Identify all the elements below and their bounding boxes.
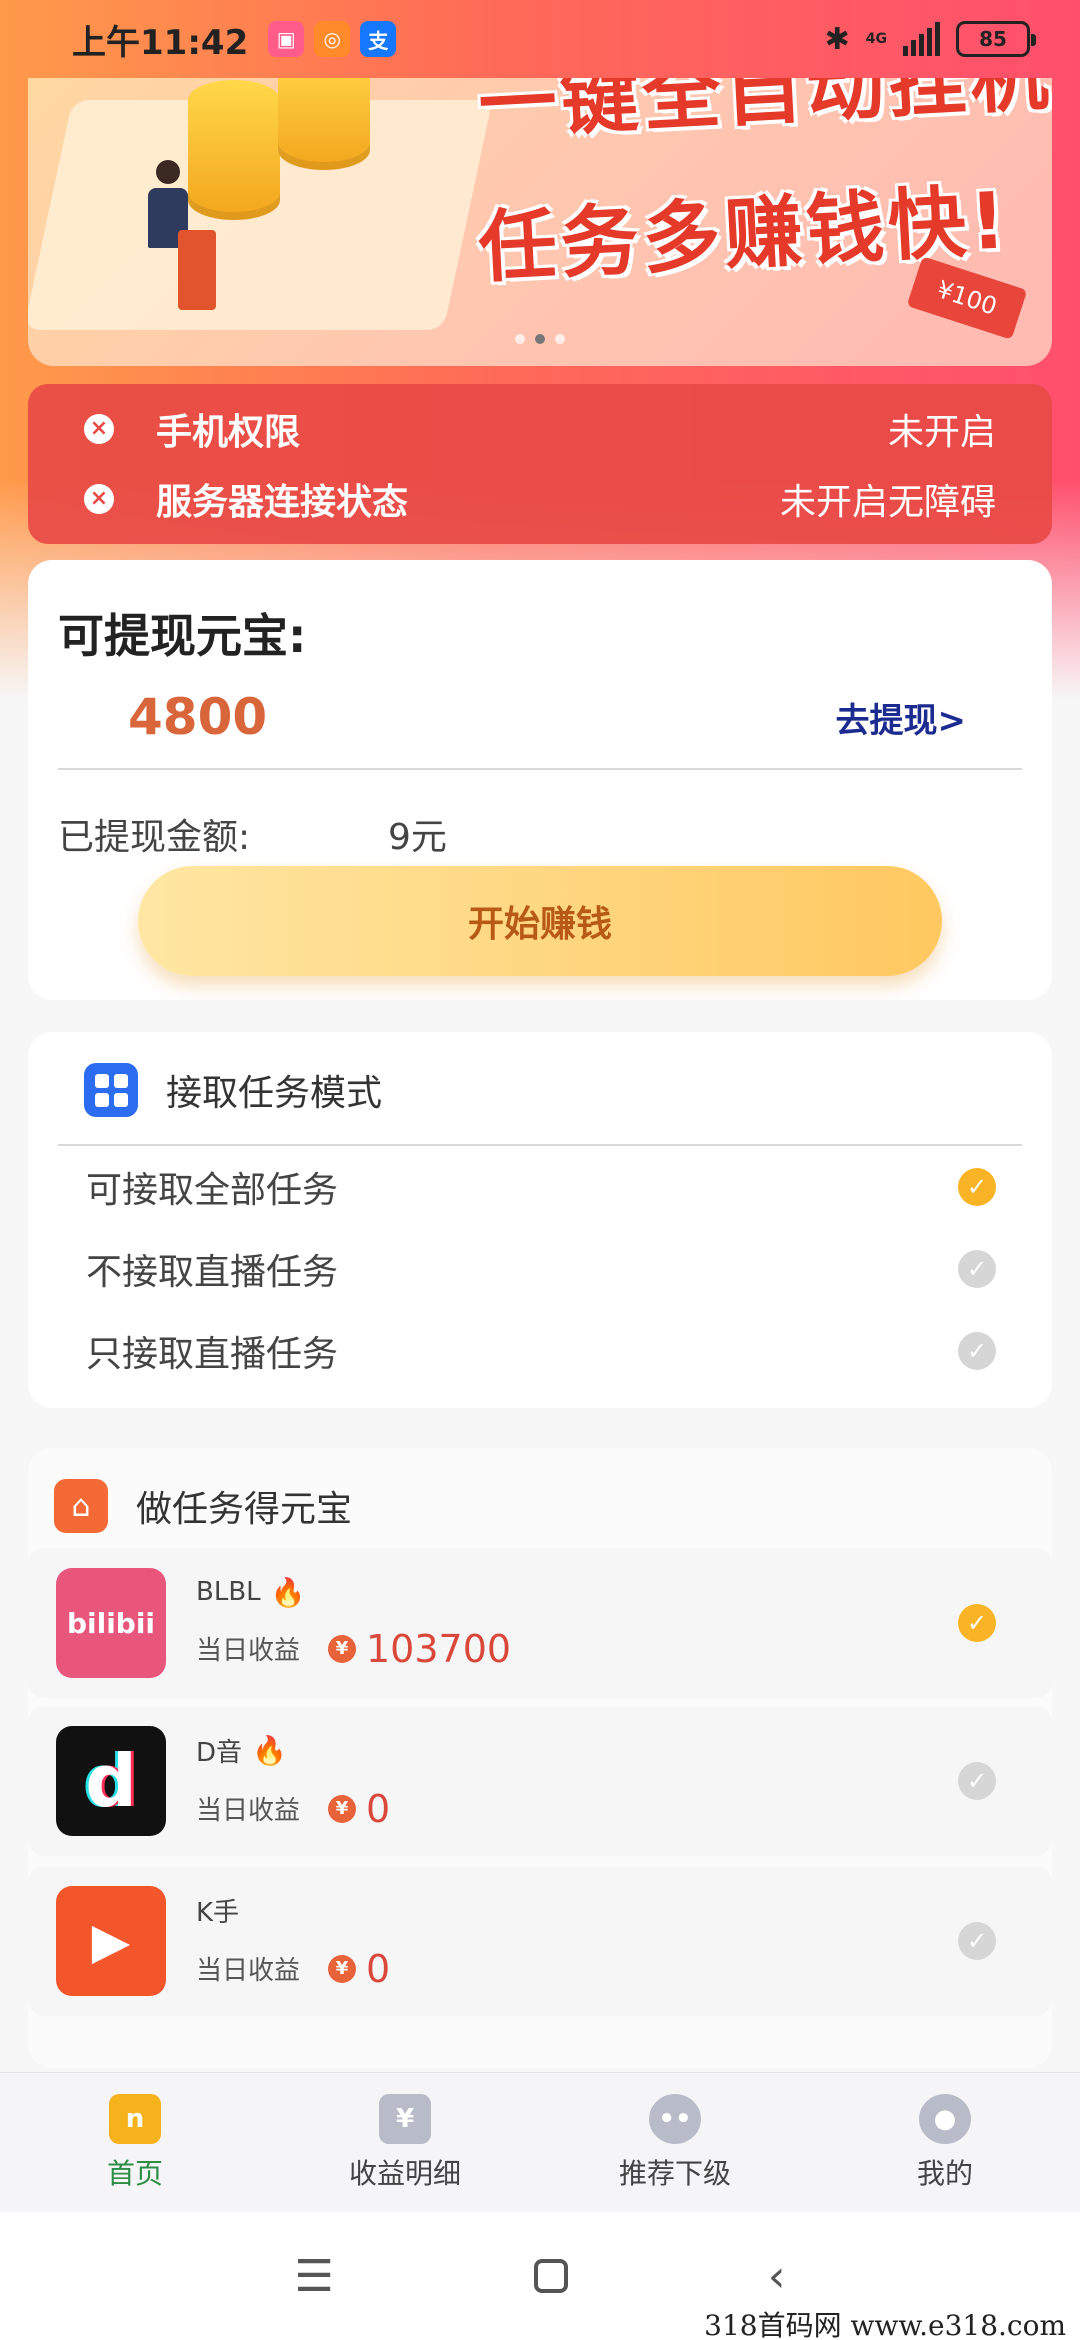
menu-icon[interactable]: ☰ — [294, 2251, 333, 2302]
start-earning-button[interactable]: 开始赚钱 — [138, 866, 942, 976]
withdrawn-label: 已提现金额: — [58, 817, 251, 858]
podium-illustration — [178, 230, 216, 310]
permission-status: 未开启 — [887, 412, 996, 453]
income-value: 0 — [366, 1786, 391, 1831]
fire-icon: 🔥 — [252, 1733, 287, 1767]
nav-income-details[interactable]: ¥ 收益明细 — [270, 2073, 540, 2212]
coin-icon: ¥ — [328, 1794, 356, 1823]
permission-label: 手机权限 — [156, 412, 301, 453]
check-circle-icon: ✓ — [958, 1332, 996, 1370]
grid-icon — [84, 1063, 138, 1117]
income-label: 当日收益 — [196, 1796, 301, 1826]
status-time: 上午11:42 — [72, 22, 249, 63]
income-label: 当日收益 — [196, 1636, 301, 1666]
battery-icon: 85 — [956, 21, 1036, 57]
close-circle-icon: × — [84, 484, 114, 514]
task-mode-option-live-only[interactable]: 只接取直播任务 ✓ — [58, 1310, 1022, 1392]
douyin-logo-icon: d — [56, 1726, 166, 1836]
task-mode-card: 接取任务模式 可接取全部任务 ✓ 不接取直播任务 ✓ 只接取直播任务 ✓ — [28, 1032, 1052, 1408]
bottom-nav: n 首页 ¥ 收益明细 •• 推荐下级 ● 我的 — [0, 2072, 1080, 2212]
status-bar: 上午11:42 ▣ ◎ 支 ✱ 4G 85 — [0, 0, 1080, 78]
task-mode-option-all[interactable]: 可接取全部任务 ✓ — [58, 1146, 1022, 1228]
signal-icon — [903, 22, 940, 56]
earn-app-row-blbl[interactable]: bilibii BLBL 🔥 当日收益 ¥ 103700 ✓ — [28, 1548, 1052, 1698]
task-mode-list: 可接取全部任务 ✓ 不接取直播任务 ✓ 只接取直播任务 ✓ — [58, 1144, 1022, 1392]
income-label: 当日收益 — [196, 1956, 301, 1986]
app-icon-2: ◎ — [314, 21, 351, 57]
withdrawn-value: 9元 — [388, 817, 447, 858]
app-name: K手 — [196, 1897, 240, 1928]
nav-label: 首页 — [106, 2156, 163, 2190]
users-icon: •• — [649, 2093, 701, 2144]
balance-title: 可提现元宝: — [58, 609, 307, 663]
nav-referrals[interactable]: •• 推荐下级 — [540, 2073, 810, 2212]
permission-row-server[interactable]: × 服务器连接状态 未开启无障碍 — [84, 464, 996, 534]
earn-app-row-kuaishou[interactable]: ▶ K手 当日收益 ¥ 0 ✓ — [28, 1866, 1052, 2016]
check-circle-icon: ✓ — [958, 1762, 996, 1800]
coin-icon: ¥ — [328, 1634, 356, 1663]
home-icon: n — [109, 2093, 161, 2144]
house-icon: ⌂ — [54, 1479, 108, 1533]
watermark: 318首码网 www.e318.com — [704, 2309, 1066, 2340]
calendar-yen-icon: ¥ — [379, 2093, 431, 2144]
income-value: 0 — [366, 1946, 391, 1991]
status-right: ✱ 4G 85 — [824, 21, 1036, 57]
permission-status: 未开启无障碍 — [779, 482, 996, 523]
divider — [58, 768, 1022, 770]
nav-label: 收益明细 — [348, 2156, 461, 2190]
earn-app-row-douyin[interactable]: d D音 🔥 当日收益 ¥ 0 ✓ — [28, 1706, 1052, 1856]
nav-label: 推荐下级 — [618, 2156, 731, 2190]
close-circle-icon: × — [84, 414, 114, 444]
home-square-icon[interactable] — [533, 2259, 568, 2293]
earn-tasks-card: ⌂ 做任务得元宝 bilibii BLBL 🔥 当日收益 ¥ 103700 ✓ d… — [28, 1448, 1052, 2068]
income-value: 103700 — [366, 1626, 512, 1671]
permission-panel: × 手机权限 未开启 × 服务器连接状态 未开启无障碍 — [28, 384, 1052, 544]
balance-value: 4800 — [128, 688, 268, 746]
pagination-dot-active — [535, 334, 545, 344]
network-type: 4G — [865, 31, 887, 47]
coin-stack-icon — [188, 80, 280, 220]
permission-row-phone[interactable]: × 手机权限 未开启 — [84, 394, 996, 464]
option-label: 可接取全部任务 — [86, 1170, 339, 1211]
balance-card: 可提现元宝: 4800 去提现> 已提现金额: 9元 开始赚钱 — [28, 560, 1052, 1000]
app-icon-1: ▣ — [268, 21, 305, 57]
back-chevron-icon[interactable]: ‹ — [768, 2251, 786, 2302]
alipay-icon: 支 — [360, 21, 397, 57]
check-circle-icon: ✓ — [958, 1250, 996, 1288]
permission-label: 服务器连接状态 — [156, 482, 409, 523]
option-label: 只接取直播任务 — [86, 1334, 339, 1375]
task-mode-option-no-live[interactable]: 不接取直播任务 ✓ — [58, 1228, 1022, 1310]
bilibili-logo-icon: bilibii — [56, 1568, 166, 1678]
coin-icon: ¥ — [328, 1954, 356, 1983]
status-left: 上午11:42 ▣ ◎ 支 — [72, 15, 397, 64]
app-name: BLBL — [196, 1577, 261, 1607]
pagination-dot — [515, 334, 525, 344]
check-circle-icon: ✓ — [958, 1922, 996, 1960]
fire-icon: 🔥 — [270, 1575, 306, 1609]
pagination-dot — [555, 334, 565, 344]
app-name: D音 — [196, 1737, 243, 1768]
nav-home[interactable]: n 首页 — [0, 2073, 270, 2212]
profile-icon: ● — [919, 2093, 971, 2144]
nav-label: 我的 — [916, 2156, 973, 2190]
check-circle-icon: ✓ — [958, 1168, 996, 1206]
bluetooth-icon: ✱ — [824, 21, 850, 57]
check-circle-icon: ✓ — [958, 1604, 996, 1642]
banner-pagination — [515, 334, 565, 344]
option-label: 不接取直播任务 — [86, 1252, 339, 1293]
kuaishou-logo-icon: ▶ — [56, 1886, 166, 1996]
nav-profile[interactable]: ● 我的 — [810, 2073, 1080, 2212]
earn-title: 做任务得元宝 — [136, 1489, 353, 1530]
task-mode-title: 接取任务模式 — [166, 1073, 383, 1114]
promo-banner[interactable]: 一键全自动挂机 任务多赚钱快! ¥100 — [28, 40, 1052, 366]
withdraw-link[interactable]: 去提现> — [836, 693, 967, 742]
